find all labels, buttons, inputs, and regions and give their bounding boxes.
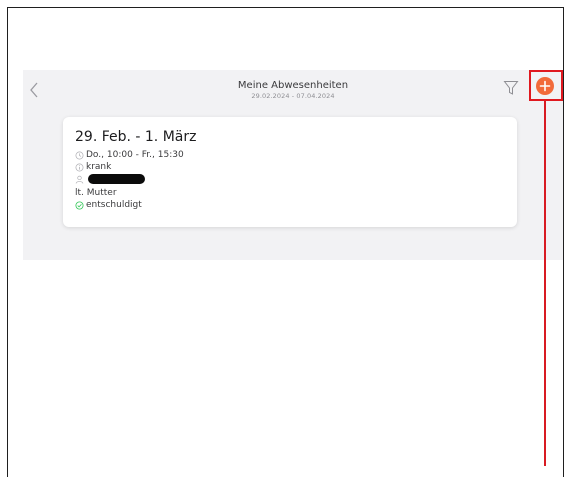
absence-time-row: Do., 10:00 - Fr., 15:30 <box>75 150 184 160</box>
absence-note: lt. Mutter <box>75 188 117 198</box>
annotation-pointer-line <box>544 101 546 466</box>
info-icon <box>75 163 84 171</box>
absence-person-row <box>75 174 145 184</box>
absence-date-title: 29. Feb. - 1. März <box>75 129 197 145</box>
app-screen: Meine Abwesenheiten 29.02.2024 - 07.04.2… <box>23 70 563 260</box>
clock-icon <box>75 151 84 159</box>
filter-icon[interactable] <box>503 79 519 97</box>
absence-reason-row: krank <box>75 162 111 172</box>
absence-card[interactable]: 29. Feb. - 1. März Do., 10:00 - Fr., 15:… <box>63 117 517 227</box>
person-icon <box>75 175 84 184</box>
absence-reason: krank <box>86 162 112 172</box>
redacted-name <box>88 174 145 184</box>
absence-status: entschuldigt <box>86 200 142 210</box>
date-range: 29.02.2024 - 07.04.2024 <box>251 92 335 100</box>
annotation-highlight-box <box>529 70 563 101</box>
page-title: Meine Abwesenheiten <box>237 80 349 91</box>
check-circle-icon <box>75 200 84 210</box>
absence-note-row: lt. Mutter <box>75 188 117 198</box>
absence-time: Do., 10:00 - Fr., 15:30 <box>86 150 184 160</box>
absence-status-row: entschuldigt <box>75 200 142 210</box>
